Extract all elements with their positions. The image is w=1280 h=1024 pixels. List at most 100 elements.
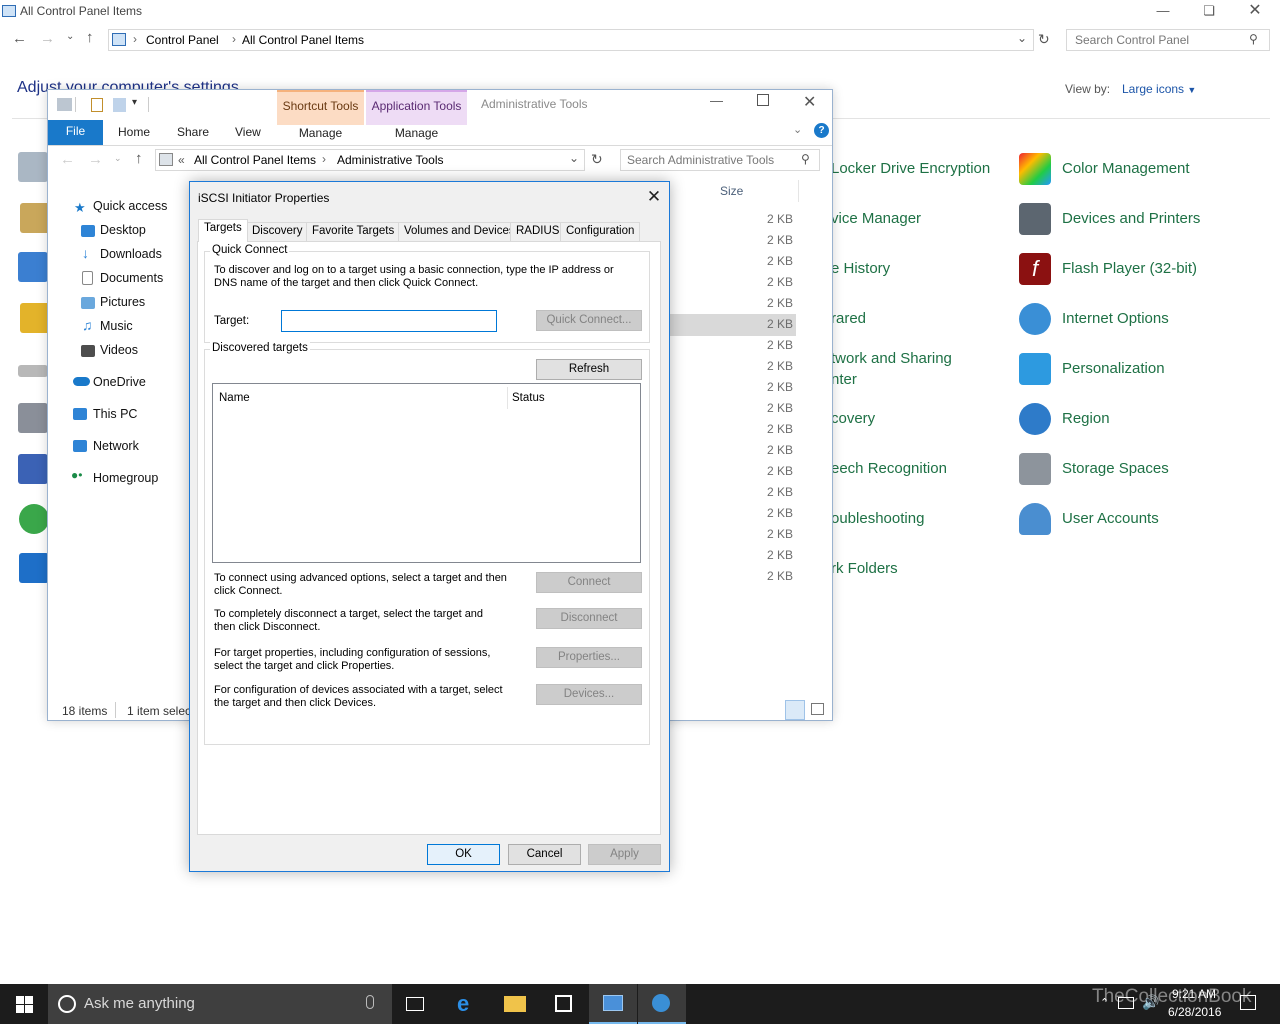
minimize-button[interactable]: —	[1140, 0, 1186, 24]
keyboard-icon[interactable]	[18, 365, 48, 377]
forward-arrow-icon[interactable]: →	[88, 151, 103, 168]
connect-button[interactable]: Connect	[536, 572, 642, 593]
disconnect-button[interactable]: Disconnect	[536, 608, 642, 629]
tab-discovery[interactable]: Discovery	[246, 222, 309, 241]
iscsi-taskbar-icon[interactable]	[638, 984, 686, 1024]
breadcrumb-all-items[interactable]: All Control Panel Items	[194, 153, 316, 167]
cp-item-bitlocker[interactable]: Locker Drive Encryption	[831, 160, 990, 177]
new-folder-icon[interactable]	[113, 98, 126, 112]
search-admin-tools-input[interactable]: Search Administrative Tools ⚲	[620, 149, 820, 171]
clock-date[interactable]: 6/28/2016	[1168, 1005, 1221, 1019]
nav-pictures[interactable]: Pictures	[100, 295, 145, 309]
nav-onedrive[interactable]: OneDrive	[93, 375, 146, 389]
recent-chevron-icon[interactable]: ⌄	[66, 31, 74, 42]
tab-radius[interactable]: RADIUS	[510, 222, 566, 241]
tab-targets[interactable]: Targets	[198, 219, 248, 242]
tab-configuration[interactable]: Configuration	[560, 222, 641, 241]
admin-tools-icon[interactable]	[18, 152, 48, 182]
nav-documents[interactable]: Documents	[100, 271, 163, 285]
close-icon[interactable]: ✕	[642, 187, 666, 209]
control-panel-taskbar-icon[interactable]	[589, 984, 637, 1024]
address-bar[interactable]: › Control Panel › All Control Panel Item…	[108, 29, 1034, 51]
column-header-size[interactable]: Size	[720, 184, 743, 198]
file-explorer-icon[interactable]	[491, 984, 539, 1024]
devices-button[interactable]: Devices...	[536, 684, 642, 705]
address-bar[interactable]: « All Control Panel Items › Administrati…	[155, 149, 585, 171]
recent-chevron-icon[interactable]: ⌄	[114, 153, 122, 164]
column-header-name[interactable]: Name	[219, 392, 250, 404]
windows-start-icon[interactable]	[16, 996, 33, 1013]
display-icon[interactable]	[18, 252, 48, 282]
cp-item-network-sharing-line2[interactable]: nter	[831, 371, 857, 388]
ribbon-tab-view[interactable]: View	[235, 125, 261, 139]
cortana-search-box[interactable]: Ask me anything	[48, 984, 392, 1024]
cp-item-devices-printers[interactable]: Devices and Printers	[1062, 210, 1200, 227]
breadcrumb-admin-tools[interactable]: Administrative Tools	[337, 153, 444, 167]
chevron-down-icon[interactable]: ⌄	[569, 151, 579, 165]
target-input[interactable]	[281, 310, 497, 332]
close-button[interactable]: ✕	[1232, 0, 1278, 24]
tray-chevron-icon[interactable]: ⌃	[1100, 996, 1109, 1009]
cp-item-storage-spaces[interactable]: Storage Spaces	[1062, 460, 1169, 477]
printer-icon[interactable]	[1019, 203, 1051, 235]
up-arrow-icon[interactable]: ↑	[135, 150, 143, 167]
cp-item-network-sharing[interactable]: twork and Sharing	[831, 350, 952, 367]
user-accounts-icon[interactable]	[1019, 503, 1051, 535]
fonts-icon[interactable]	[20, 303, 50, 333]
remote-app-icon[interactable]	[18, 454, 48, 484]
sync-center-icon[interactable]	[19, 504, 49, 534]
cp-item-speech-recognition[interactable]: eech Recognition	[831, 460, 947, 477]
ok-button[interactable]: OK	[427, 844, 500, 865]
cancel-button[interactable]: Cancel	[508, 844, 581, 865]
quick-connect-button[interactable]: Quick Connect...	[536, 310, 642, 331]
refresh-icon[interactable]: ↻	[1038, 31, 1050, 48]
cp-item-flash-player[interactable]: Flash Player (32-bit)	[1062, 260, 1197, 277]
search-control-panel-input[interactable]: Search Control Panel ⚲	[1066, 29, 1270, 51]
nav-homegroup[interactable]: Homegroup	[93, 471, 158, 485]
refresh-button[interactable]: Refresh	[536, 359, 642, 380]
restore-button[interactable]: ❏	[1186, 0, 1232, 24]
cp-item-file-history[interactable]: e History	[831, 260, 890, 277]
cp-item-region[interactable]: Region	[1062, 410, 1110, 427]
breadcrumb-control-panel[interactable]: Control Panel	[146, 33, 219, 47]
refresh-icon[interactable]: ↻	[591, 151, 603, 168]
properties-button[interactable]: Properties...	[536, 647, 642, 668]
expand-ribbon-icon[interactable]: ⌄	[793, 123, 802, 136]
search-icon[interactable]: ⚲	[801, 152, 810, 166]
action-center-icon[interactable]	[1240, 995, 1256, 1010]
store-icon[interactable]	[540, 984, 588, 1024]
breadcrumb-all-items[interactable]: All Control Panel Items	[242, 33, 364, 47]
cp-item-recovery[interactable]: covery	[831, 410, 875, 427]
personalization-icon[interactable]	[1019, 353, 1051, 385]
discovered-targets-list[interactable]: Name Status	[212, 383, 641, 563]
volume-icon[interactable]: 🔊	[1142, 994, 1159, 1011]
microphone-icon[interactable]	[366, 995, 374, 1009]
search-icon[interactable]: ⚲	[1249, 32, 1258, 46]
tab-favorite-targets[interactable]: Favorite Targets	[306, 222, 401, 241]
close-button[interactable]: ✕	[803, 92, 816, 112]
storage-spaces-icon[interactable]	[1019, 453, 1051, 485]
details-view-icon[interactable]	[785, 700, 805, 720]
shortcut-manage-tab[interactable]: Manage	[277, 125, 364, 146]
back-arrow-icon[interactable]: ←	[60, 151, 75, 168]
ribbon-tab-file[interactable]: File	[48, 120, 103, 145]
backup-icon[interactable]	[20, 203, 50, 233]
checklist-icon[interactable]	[91, 98, 103, 112]
help-icon[interactable]: ?	[814, 123, 829, 138]
internet-options-icon[interactable]	[1019, 303, 1051, 335]
cp-item-user-accounts[interactable]: User Accounts	[1062, 510, 1159, 527]
up-arrow-icon[interactable]: ↑	[86, 29, 94, 46]
chevron-down-icon[interactable]: ⌄	[1017, 31, 1027, 45]
view-by-dropdown[interactable]: Large icons ▼	[1122, 82, 1196, 96]
back-arrow-icon[interactable]: ←	[12, 30, 27, 47]
apply-button[interactable]: Apply	[588, 844, 661, 865]
cp-item-personalization[interactable]: Personalization	[1062, 360, 1165, 377]
color-management-icon[interactable]	[1019, 153, 1051, 185]
windows-firewall-icon[interactable]	[19, 553, 49, 583]
nav-quick-access[interactable]: Quick access	[93, 199, 167, 213]
nav-this-pc[interactable]: This PC	[93, 407, 137, 421]
edge-icon[interactable]: e	[443, 984, 491, 1024]
cp-item-work-folders[interactable]: rk Folders	[831, 560, 898, 577]
cp-item-device-manager[interactable]: vice Manager	[831, 210, 921, 227]
maximize-button[interactable]	[757, 94, 769, 106]
